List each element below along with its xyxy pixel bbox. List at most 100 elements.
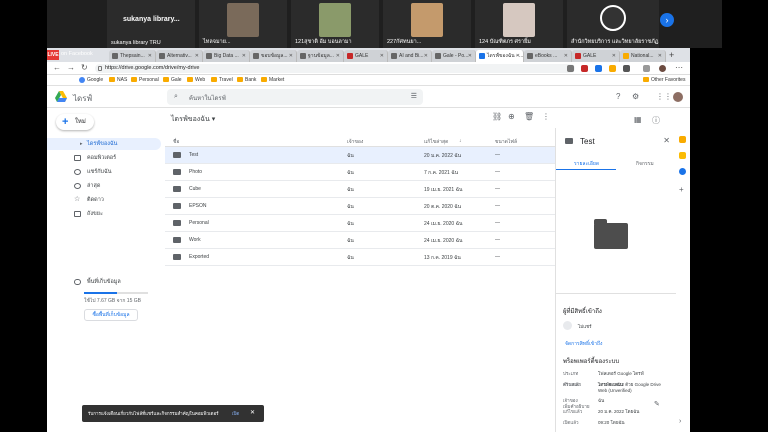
sidebar-item-shared[interactable]: แชร์กับฉัน [47,166,161,178]
browser-tab[interactable]: GALE ✕ [572,50,620,62]
keep-icon[interactable] [679,152,686,159]
sort-arrow-icon[interactable]: ↓ [459,138,462,144]
browser-tab[interactable]: Alternativ... ✕ [156,50,203,62]
browser-tab-active[interactable]: ไดรฟ์ของฉัน - ... ✕ [476,50,524,62]
browser-tab[interactable]: eBooks ... ✕ [524,50,572,62]
profile-icon[interactable] [659,65,666,72]
close-icon[interactable]: ✕ [612,50,616,62]
column-name[interactable]: ชื่อ [173,138,179,146]
participant-tile[interactable]: 124 บัณฑิตภร ศรายิ้ม [475,0,563,48]
browser-tab[interactable]: Gale - Po... ✕ [432,50,476,62]
column-owner[interactable]: เจ้าของ [347,138,363,146]
extension-icon[interactable] [623,65,630,72]
help-icon[interactable]: ? [616,92,620,101]
participant-tile[interactable]: ไทลจมาย... [199,0,287,48]
browser-tab[interactable]: ขอบข้อมูล... ✕ [250,50,297,62]
extension-icon[interactable] [595,65,602,72]
browser-tab[interactable]: AI and Bi... ✕ [388,50,432,62]
trash-icon[interactable]: 🗑 [524,112,534,121]
extension-icon[interactable] [567,65,574,72]
sidebar-item-starred[interactable]: ☆ ติดดาว [47,194,161,206]
column-size[interactable]: ขนาดไฟล์ [495,138,517,146]
close-icon[interactable]: ✕ [424,50,428,62]
sidebar-item-storage[interactable]: พื้นที่เก็บข้อมูล [47,276,161,288]
manage-access-link[interactable]: จัดการสิทธิ์เข้าถึง [565,340,603,348]
bookmark-folder[interactable]: Travel [211,77,233,83]
next-participants-button[interactable]: › [660,13,674,27]
table-row[interactable]: Photo ฉัน 7 ก.ค. 2021 ฉัน — [165,164,555,181]
chevron-right-icon[interactable]: ▸ [80,138,83,150]
forward-icon[interactable]: → [67,63,75,72]
close-icon[interactable]: ✕ [148,50,152,62]
close-icon[interactable]: ✕ [242,50,246,62]
bookmark-folder[interactable]: Bank [237,77,256,83]
tab-activity[interactable]: กิจกรรม [636,160,654,168]
close-icon[interactable]: ✕ [663,136,670,145]
extension-icon[interactable] [581,65,588,72]
search-icon[interactable]: ⌕ [174,93,178,101]
extension-icon[interactable] [609,65,616,72]
url-input[interactable]: https://drive.google.com/drive/my-drive [95,64,575,73]
close-icon[interactable]: ✕ [658,50,662,62]
drive-logo-icon[interactable] [55,91,67,102]
collections-icon[interactable] [643,65,650,72]
close-icon[interactable]: ✕ [516,50,520,62]
tasks-icon[interactable] [679,168,686,175]
avatar[interactable] [673,92,683,102]
sidebar-item-recent[interactable]: ล่าสุด [47,180,161,192]
apps-grid-icon[interactable]: ⋮⋮ [656,92,672,101]
bookmark-folder[interactable]: Web [187,77,205,83]
sidebar-item-my-drive[interactable]: ▸ ไดรฟ์ของฉัน [47,138,161,150]
more-vert-icon[interactable]: ⋮ [542,112,550,121]
close-icon[interactable]: ✕ [468,50,472,62]
grid-view-icon[interactable]: ▦ [634,115,642,124]
search-input[interactable]: ⌕ ค้นหาในไดรฟ์ ☰ [167,89,423,105]
search-options-icon[interactable]: ☰ [411,92,417,100]
calendar-icon[interactable] [679,136,686,143]
column-modified[interactable]: แก้ไขล่าสุด [424,138,448,146]
add-person-icon[interactable]: ⊕ [508,112,515,121]
breadcrumb[interactable]: ไดรฟ์ของฉัน ▾ [171,114,215,125]
chevron-right-icon[interactable]: › [679,418,686,425]
info-icon[interactable]: ⓘ [652,115,660,126]
participant-tile[interactable]: สำนักวิทยบริการ และวิทยาลัยราชภัฏ... [567,0,659,48]
close-icon[interactable]: ✕ [336,50,340,62]
bookmark-folder[interactable]: Market [261,77,284,83]
participant-tile[interactable]: 227กัศทนยา... [383,0,471,48]
sidebar-item-computers[interactable]: คอมพิวเตอร์ [47,152,161,164]
close-icon[interactable]: ✕ [380,50,384,62]
buy-storage-button[interactable]: ซื้อพื้นที่เก็บข้อมูล [84,309,138,321]
new-tab-button[interactable]: + [669,50,674,60]
bookmark-folder[interactable]: Personal [131,77,159,83]
bookmark-folder[interactable]: Gale [163,77,182,83]
table-row[interactable]: Work ฉัน 24 เม.ย. 2020 ฉัน — [165,232,555,249]
close-icon[interactable]: ✕ [250,405,255,422]
browser-tab[interactable]: GALE ✕ [344,50,388,62]
add-description-label[interactable]: เพิ่มคำอธิบาย [563,403,589,410]
bookmark-other-favorites[interactable]: Other Favorites [643,77,685,83]
toast-open-button[interactable]: เปิด [232,405,239,422]
reload-icon[interactable]: ↻ [81,63,88,72]
sidebar-item-trash[interactable]: ถังขยะ [47,208,161,220]
table-row[interactable]: Test ฉัน 20 ม.ค. 2022 ฉัน — [165,147,555,164]
close-icon[interactable]: ✕ [564,50,568,62]
link-icon[interactable]: ⛓ [492,112,502,121]
pencil-icon[interactable]: ✎ [654,400,660,408]
bookmark-folder[interactable]: NAS [109,77,127,83]
settings-icon[interactable]: ⚙ [632,92,639,101]
close-icon[interactable]: ✕ [195,50,199,62]
table-row[interactable]: Personal ฉัน 24 เม.ย. 2020 ฉัน — [165,215,555,232]
participant-tile[interactable]: sukanya library... sukanya library TRU [107,0,195,48]
table-row[interactable]: Cube ฉัน 19 เม.ย. 2021 ฉัน — [165,181,555,198]
back-icon[interactable]: ← [53,63,61,72]
participant-tile[interactable]: 121สุชาติ อัม บอนลามา [291,0,379,48]
table-row[interactable]: EPSON ฉัน 20 ต.ค. 2020 ฉัน — [165,198,555,215]
table-row[interactable]: Exported ฉัน 13 ก.ค. 2019 ฉัน — [165,249,555,266]
browser-tab[interactable]: National... ✕ [620,50,666,62]
tab-details[interactable]: รายละเอียด [574,160,599,168]
add-icon[interactable]: + [679,186,686,194]
browser-tab[interactable]: Thepsain... ✕ [109,50,156,62]
browser-tab[interactable]: ฐานข้อมูล... ✕ [297,50,344,62]
browser-tab[interactable]: Big Data ... ✕ [203,50,250,62]
more-icon[interactable]: ⋯ [675,63,683,72]
